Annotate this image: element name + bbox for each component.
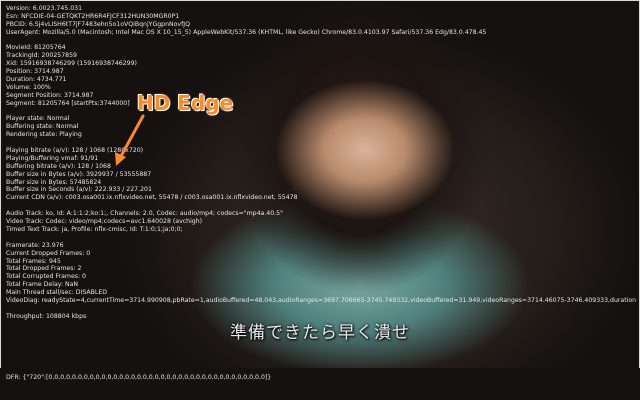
playback-stats-overlay: Version: 6.0023.745.031 Esn: NFCDIE-04-G… [6,5,636,321]
timed-text-track-line: Timed Text Track: ja, Profile: nflx-cmis… [6,225,183,233]
position-line: Position: 3714.987 [6,68,64,76]
buffer-bytes-line: Buffer size in Bytes: 57485824 [6,178,102,186]
playing-bitrate-line: Playing bitrate (a/v): 128 / 1068 (1280x… [6,147,144,155]
player-state-line: Player state: Normal [6,115,70,123]
framerate-line: Framerate: 23.976 [6,241,64,249]
tracking-id-line: TrackingId: 200257859 [6,52,77,60]
audio-track-line: Audio Track: ko, Id: A:1:1:2;ko:1;, Chan… [6,210,283,218]
xid-line: Xid: 15916938746299 (15916938746299) [6,60,137,68]
arrow-icon [115,114,145,166]
video-diag-line: VideoDiag: readyState=4,currentTime=3714… [6,296,636,304]
video-track-line: Video Track: Codec: video/mp4;codecs=avc… [6,218,203,226]
movie-id-line: MovieId: 81205764 [6,44,66,52]
dfr-bar: DFR: {"720":[0,0,0,0,0,0,0,0,0,0,0,0,0,0… [0,368,640,400]
buffering-bitrate-line: Buffering bitrate (a/v): 128 / 1068 [6,162,111,170]
buffer-bytes-av-line: Buffer size in Bytes (a/v): 3929937 / 53… [6,170,152,178]
total-frames-line: Total Frames: 945 [6,257,61,265]
user-agent-line: UserAgent: Mozilla/5.0 (Macintosh; Intel… [6,28,487,36]
buffer-seconds-line: Buffer size in Seconds (a/v): 222.933 / … [6,186,152,194]
hd-edge-callout: HD Edge [137,91,234,115]
segment-line: Segment: 81205764 [startPts:3744000] [6,99,130,107]
dfr-line: DFR: {"720":[0,0,0,0,0,0,0,0,0,0,0,0,0,0… [6,374,272,381]
subtitle-text: 準備できたら早く潰せ [230,323,410,343]
pbcid-line: PBCID: 6.Sj4vLISH6tT7jF7483ehn5o1oVQiBqn… [6,20,190,28]
total-corrupted-frames-line: Total Corrupted Frames: 0 [6,273,86,281]
esn-line: Esn: NFCDIE-04-GETQKT2HR6R4FJCF312HUN30M… [6,12,180,20]
duration-line: Duration: 4734.771 [6,76,67,84]
total-dropped-frames-line: Total Dropped Frames: 2 [6,265,82,273]
buffering-state-line: Buffering state: Normal [6,123,79,131]
rendering-state-line: Rendering state: Playing [6,131,82,139]
main-thread-stall-line: Main Thread stall/sec: DISABLED [6,289,108,297]
volume-line: Volume: 100% [6,83,51,91]
total-frame-delay-line: Total Frame Delay: NaN [6,281,79,289]
version-line: Version: 6.0023.745.031 [6,5,83,12]
current-dropped-frames-line: Current Dropped Frames: 0 [6,249,91,257]
vmaf-line: Playing/Buffering vmaf: 91/91 [6,154,99,162]
current-cdn-line: Current CDN (a/v): c003.osa001.ix.nflxvi… [6,194,298,202]
segment-position-line: Segment Position: 3714.987 [6,91,94,99]
